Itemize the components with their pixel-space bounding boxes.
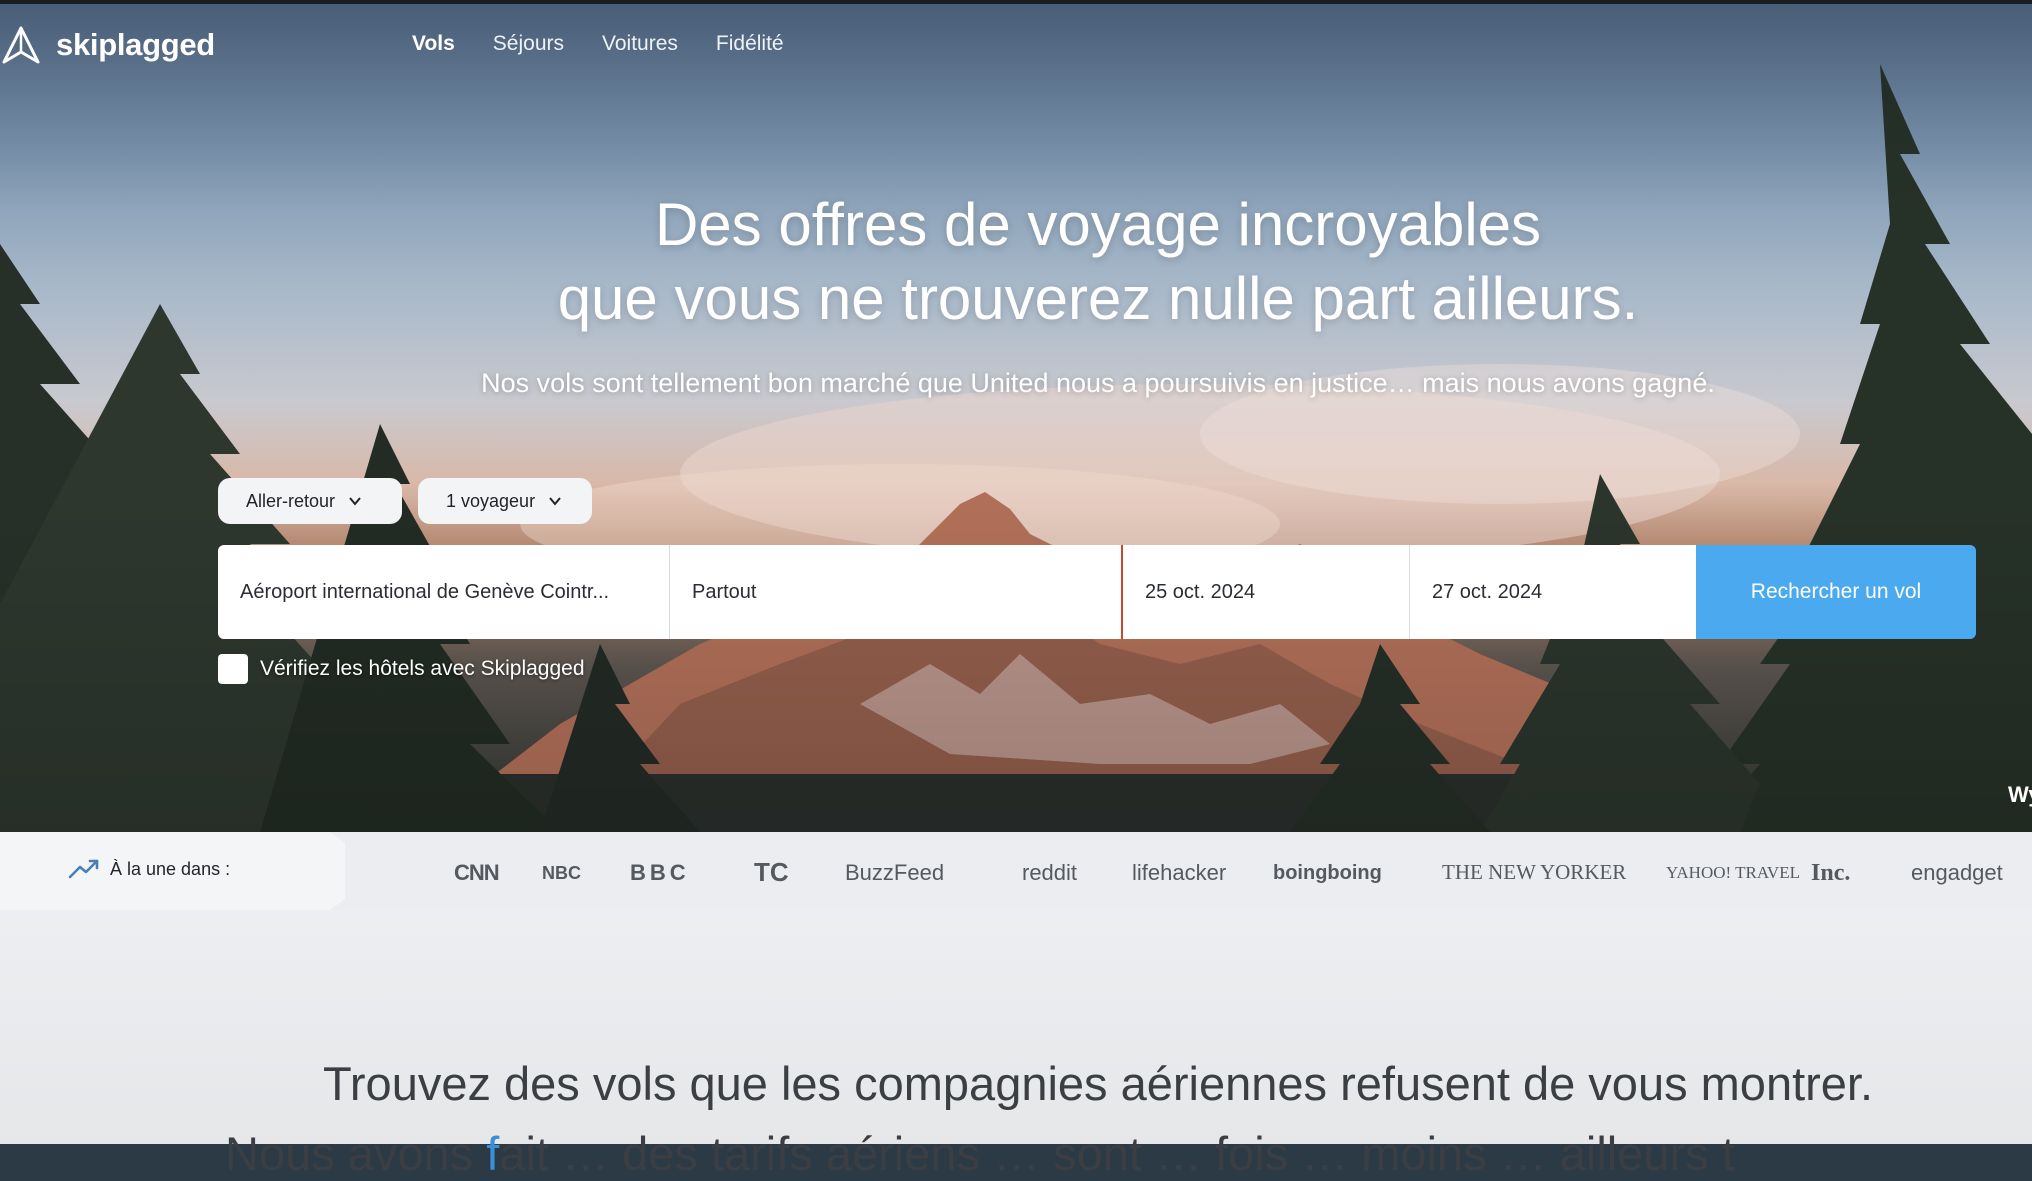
flight-search-bar: Aéroport international de Genève Cointr.… bbox=[218, 545, 1976, 639]
departure-date-input[interactable]: 25 oct. 2024 bbox=[1123, 545, 1410, 639]
chevron-down-icon bbox=[549, 497, 561, 506]
press-logo-nbc[interactable]: NBC bbox=[542, 863, 581, 884]
trending-up-icon bbox=[68, 859, 99, 879]
hotel-checkbox-label: Vérifiez les hôtels avec Skiplagged bbox=[260, 657, 585, 680]
nav-item-sejours[interactable]: Séjours bbox=[493, 32, 564, 56]
destination-input[interactable]: Partout bbox=[670, 545, 1123, 639]
press-logo-bbc[interactable]: BBC bbox=[630, 860, 690, 886]
hero-overlay bbox=[0, 4, 2032, 832]
nav-item-fidelite[interactable]: Fidélité bbox=[716, 32, 784, 56]
press-bar: À la une dans : CNN NBC BBC TC BuzzFeed … bbox=[0, 832, 2032, 910]
origin-input[interactable]: Aéroport international de Genève Cointr.… bbox=[218, 545, 670, 639]
features-section: Trouvez des vols que les compagnies aéri… bbox=[0, 910, 2032, 1180]
section-subheadline-partial: Nous avons fait … des tarifs aériens … s… bbox=[225, 1126, 1735, 1181]
hero-title-line-1: Des offres de voyage incroyables bbox=[654, 191, 1542, 258]
chevron-down-icon bbox=[349, 497, 361, 506]
press-logo-yahoo-travel[interactable]: YAHOO! TRAVEL bbox=[1666, 863, 1800, 883]
travelers-dropdown[interactable]: 1 voyageur bbox=[418, 478, 592, 524]
hero-title: Des offres de voyage incroyables que vou… bbox=[0, 188, 2032, 336]
search-flight-button[interactable]: Rechercher un vol bbox=[1696, 545, 1976, 639]
return-date-input[interactable]: 27 oct. 2024 bbox=[1410, 545, 1696, 639]
press-logo-lifehacker[interactable]: lifehacker bbox=[1132, 860, 1226, 886]
press-logo-boingboing[interactable]: boingboing bbox=[1273, 862, 1382, 885]
trip-type-dropdown[interactable]: Aller-retour bbox=[218, 478, 402, 524]
travelers-label: 1 voyageur bbox=[446, 490, 536, 511]
hotel-checkbox[interactable] bbox=[218, 654, 248, 684]
hotel-check-option[interactable]: Vérifiez les hôtels avec Skiplagged bbox=[218, 654, 585, 684]
press-logo-buzzfeed[interactable]: BuzzFeed bbox=[845, 860, 944, 886]
press-logo-engadget[interactable]: engadget bbox=[1911, 860, 2003, 886]
partial-text-start: Nous avons bbox=[225, 1127, 474, 1180]
press-logo-cnn[interactable]: CNN bbox=[454, 860, 500, 886]
partial-text-highlight: f bbox=[486, 1127, 500, 1180]
hero-title-line-2: que vous ne trouverez nulle part ailleur… bbox=[557, 265, 1639, 332]
press-label-text: À la une dans : bbox=[110, 858, 231, 879]
hero-subtitle: Nos vols sont tellement bon marché que U… bbox=[481, 368, 1715, 398]
trip-type-label: Aller-retour bbox=[246, 490, 336, 511]
section-headline: Trouvez des vols que les compagnies aéri… bbox=[322, 1057, 1874, 1110]
press-logo-new-yorker[interactable]: THE NEW YORKER bbox=[1442, 860, 1626, 885]
press-label: À la une dans : bbox=[68, 858, 230, 880]
nav-item-vols[interactable]: Vols bbox=[412, 32, 455, 56]
skiplagged-logo-icon bbox=[2, 26, 40, 64]
press-logo-inc[interactable]: Inc. bbox=[1811, 860, 1850, 887]
nav-item-voitures[interactable]: Voitures bbox=[602, 32, 678, 56]
hero-section: skiplagged Vols Séjours Voitures Fidélit… bbox=[0, 4, 2032, 832]
press-logo-reddit[interactable]: reddit bbox=[1022, 860, 1077, 886]
press-logo-techcrunch[interactable]: TC bbox=[754, 857, 789, 888]
brand-logo[interactable]: skiplagged bbox=[0, 24, 215, 66]
main-nav: Vols Séjours Voitures Fidélité bbox=[412, 32, 822, 56]
brand-name: skiplagged bbox=[56, 27, 215, 62]
cut-off-text: Wy bbox=[2008, 782, 2032, 807]
partial-text-rest: ait … des tarifs aériens … sont … fois …… bbox=[499, 1127, 1735, 1180]
